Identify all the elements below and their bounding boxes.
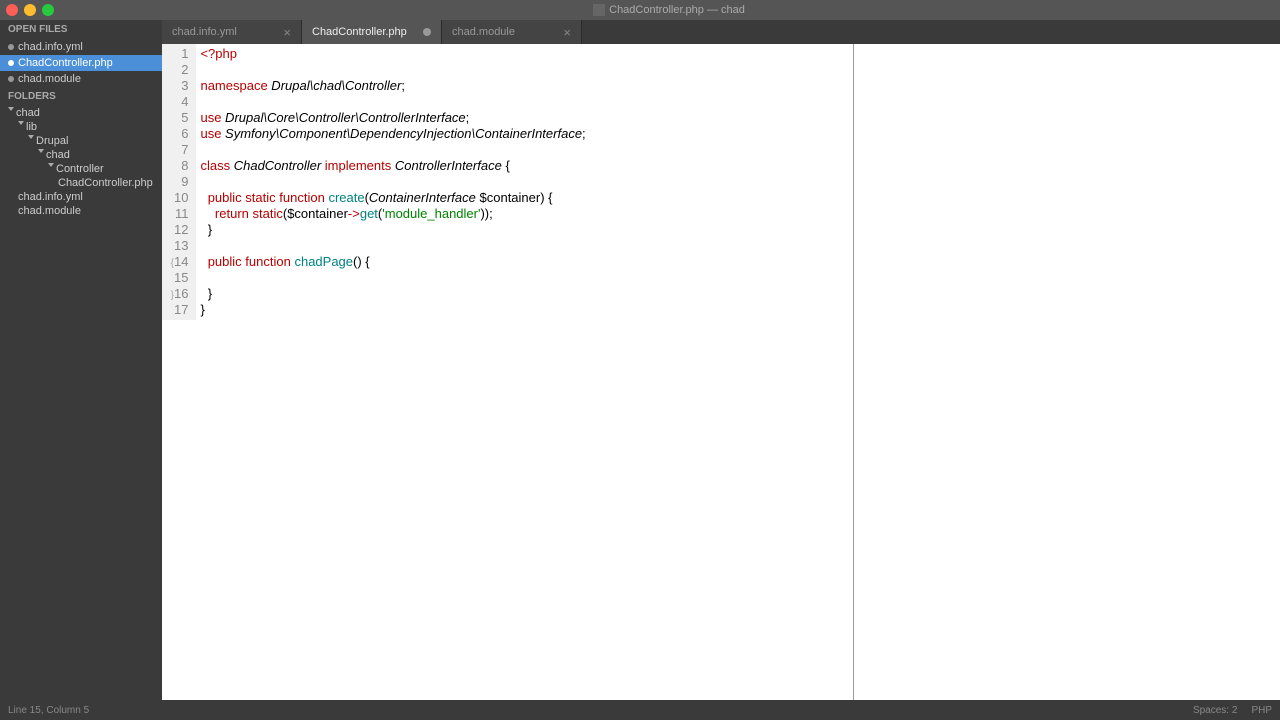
code-line[interactable]: public function chadPage() { — [200, 254, 585, 270]
line-number: 1 — [166, 46, 188, 62]
folder-tree-item[interactable]: Drupal — [0, 134, 162, 148]
sidebar: OPEN FILES chad.info.yml ChadController.p… — [0, 20, 162, 700]
code-line[interactable]: } — [200, 302, 585, 318]
editor-area: chad.info.yml × ChadController.php chad.mod… — [162, 20, 1280, 700]
tab-label: chad.module — [452, 26, 515, 38]
line-number: {14 — [166, 254, 188, 270]
tree-item-label: ChadController.php — [58, 177, 153, 189]
tab-label: ChadController.php — [312, 26, 407, 38]
code-line[interactable] — [200, 62, 585, 78]
editor-tab[interactable]: chad.module × — [442, 20, 582, 44]
code-line[interactable] — [200, 94, 585, 110]
file-tree-item[interactable]: chad.info.yml — [0, 190, 162, 204]
editor-tab[interactable]: ChadController.php — [302, 20, 442, 44]
open-file-item[interactable]: chad.module — [0, 71, 162, 87]
file-tree-item[interactable]: chad.module — [0, 204, 162, 218]
line-number: 15 — [166, 270, 188, 286]
code-line[interactable]: use Symfony\Component\DependencyInjectio… — [200, 126, 585, 142]
line-number: 4 — [166, 94, 188, 110]
editor-tab[interactable]: chad.info.yml × — [162, 20, 302, 44]
folder-tree-item[interactable]: Controller — [0, 162, 162, 176]
folder-tree-item[interactable]: chad — [0, 106, 162, 120]
disclosure-triangle-icon[interactable] — [18, 121, 24, 128]
editor-pane-right[interactable] — [854, 44, 1280, 700]
disclosure-triangle-icon[interactable] — [38, 149, 44, 156]
code-line[interactable] — [200, 142, 585, 158]
disclosure-triangle-icon[interactable] — [28, 135, 34, 142]
tree-item-label: Drupal — [36, 135, 68, 147]
editor-pane-left[interactable]: 12345678910111213{1415}1617 <?php namesp… — [162, 44, 854, 700]
code-line[interactable]: } — [200, 286, 585, 302]
file-icon — [593, 4, 605, 16]
open-file-item[interactable]: chad.info.yml — [0, 39, 162, 55]
status-bar: Line 15, Column 5 Spaces: 2 PHP — [0, 700, 1280, 720]
line-number: 9 — [166, 174, 188, 190]
tree-item-label: chad — [16, 107, 40, 119]
line-number: 8 — [166, 158, 188, 174]
open-file-item[interactable]: ChadController.php — [0, 55, 162, 71]
tab-dirty-icon — [423, 28, 431, 36]
line-gutter: 12345678910111213{1415}1617 — [162, 44, 196, 320]
dirty-indicator-icon — [8, 44, 14, 50]
code-line[interactable]: class ChadController implements Controll… — [200, 158, 585, 174]
tree-item-label: chad — [46, 149, 70, 161]
code-line[interactable]: use Drupal\Core\Controller\ControllerInt… — [200, 110, 585, 126]
line-number: 2 — [166, 62, 188, 78]
tree-item-label: chad.module — [18, 205, 81, 217]
disclosure-triangle-icon[interactable] — [48, 163, 54, 170]
line-number: }16 — [166, 286, 188, 302]
status-indentation[interactable]: Spaces: 2 — [1193, 705, 1237, 716]
disclosure-triangle-icon[interactable] — [8, 107, 14, 114]
code-line[interactable]: return static($container->get('module_ha… — [200, 206, 585, 222]
dirty-indicator-icon — [8, 60, 14, 66]
line-number: 7 — [166, 142, 188, 158]
open-file-label: chad.module — [18, 73, 81, 85]
line-number: 10 — [166, 190, 188, 206]
line-number: 13 — [166, 238, 188, 254]
line-number: 3 — [166, 78, 188, 94]
open-files-header: OPEN FILES — [0, 20, 162, 39]
tab-close-icon[interactable]: × — [563, 25, 571, 40]
code-line[interactable] — [200, 270, 585, 286]
code-line[interactable]: public static function create(ContainerI… — [200, 190, 585, 206]
open-file-label: chad.info.yml — [18, 41, 83, 53]
minimize-window-button[interactable] — [24, 4, 36, 16]
line-number: 11 — [166, 206, 188, 222]
folders-header: FOLDERS — [0, 87, 162, 106]
code-line[interactable] — [200, 174, 585, 190]
tab-close-icon[interactable]: × — [283, 25, 291, 40]
line-number: 12 — [166, 222, 188, 238]
titlebar: ChadController.php — chad — [0, 0, 1280, 20]
code-content[interactable]: <?php namespace Drupal\chad\Controller; … — [196, 44, 589, 320]
tree-item-label: lib — [26, 121, 37, 133]
dirty-indicator-icon — [8, 76, 14, 82]
folder-tree-item[interactable]: chad — [0, 148, 162, 162]
tree-item-label: Controller — [56, 163, 104, 175]
code-line[interactable]: <?php — [200, 46, 585, 62]
line-number: 5 — [166, 110, 188, 126]
open-file-label: ChadController.php — [18, 57, 113, 69]
close-window-button[interactable] — [6, 4, 18, 16]
line-number: 6 — [166, 126, 188, 142]
line-number: 17 — [166, 302, 188, 318]
folder-tree-item[interactable]: lib — [0, 120, 162, 134]
window-title: ChadController.php — chad — [64, 4, 1274, 16]
tab-bar: chad.info.yml × ChadController.php chad.mod… — [162, 20, 1280, 44]
tab-label: chad.info.yml — [172, 26, 237, 38]
code-line[interactable]: namespace Drupal\chad\Controller; — [200, 78, 585, 94]
zoom-window-button[interactable] — [42, 4, 54, 16]
status-cursor-position[interactable]: Line 15, Column 5 — [8, 705, 89, 716]
tree-item-label: chad.info.yml — [18, 191, 83, 203]
code-line[interactable] — [200, 238, 585, 254]
code-line[interactable]: } — [200, 222, 585, 238]
file-tree-item[interactable]: ChadController.php — [0, 176, 162, 190]
status-language[interactable]: PHP — [1251, 705, 1272, 716]
window-controls — [6, 4, 54, 16]
